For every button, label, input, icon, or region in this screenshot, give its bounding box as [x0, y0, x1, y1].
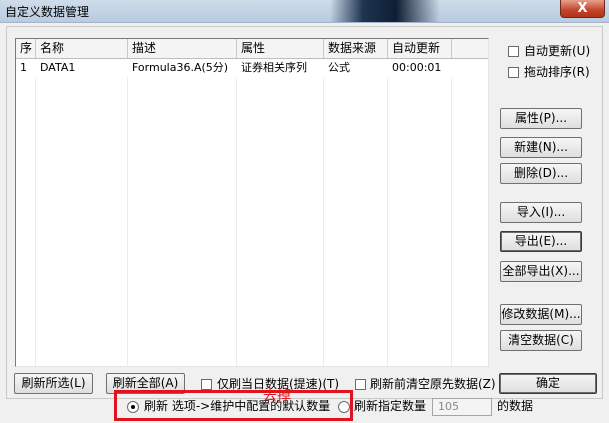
custom-count-label[interactable]: 刷新指定数量 [354, 399, 426, 413]
close-button[interactable]: X [560, 0, 605, 18]
grid-line [127, 77, 128, 366]
import-button[interactable]: 导入(I)... [500, 202, 582, 223]
column-header-index[interactable]: 序 [16, 39, 36, 58]
cell-name: DATA1 [40, 61, 76, 74]
annotation-text: 去掉 [263, 388, 291, 404]
cell-description: Formula36.A(5分) [132, 61, 229, 74]
export-button[interactable]: 导出(E)... [500, 231, 582, 252]
data-table[interactable]: 序 名称 描述 属性 数据来源 自动更新 1 DATA1 Formula36.A… [15, 38, 489, 367]
ok-button[interactable]: 确定 [499, 373, 597, 394]
new-button[interactable]: 新建(N)... [500, 137, 582, 158]
column-header-auto-update[interactable]: 自动更新 [388, 39, 452, 58]
window-title: 自定义数据管理 [5, 5, 90, 19]
column-header-attribute[interactable]: 属性 [237, 39, 324, 58]
cell-source: 公式 [328, 61, 350, 74]
today-only-checkbox[interactable] [201, 379, 212, 390]
title-bar-background-stripe [330, 0, 440, 22]
column-header-description[interactable]: 描述 [128, 39, 237, 58]
count-input[interactable]: 105 [432, 398, 492, 416]
cell-index: 1 [20, 61, 27, 74]
grid-line [387, 77, 388, 366]
column-header-source[interactable]: 数据来源 [324, 39, 388, 58]
clear-data-button[interactable]: 清空数据(C) [500, 330, 582, 351]
grid-line [35, 77, 36, 366]
grid-line [451, 77, 452, 366]
annotation-highlight-box [114, 390, 353, 421]
export-all-button[interactable]: 全部导出(X)... [500, 261, 582, 282]
grid-line [236, 77, 237, 366]
modify-data-button[interactable]: 修改数据(M)... [500, 304, 582, 325]
cell-attribute: 证券相关序列 [241, 61, 307, 74]
properties-button[interactable]: 属性(P)... [500, 108, 582, 129]
table-header: 序 名称 描述 属性 数据来源 自动更新 [16, 39, 488, 59]
delete-button[interactable]: 删除(D)... [500, 163, 582, 184]
clear-before-refresh-checkbox[interactable] [355, 379, 366, 390]
refresh-selected-button[interactable]: 刷新所选(L) [14, 373, 93, 394]
auto-update-label[interactable]: 自动更新(U) [524, 44, 590, 58]
auto-update-checkbox[interactable] [508, 46, 519, 57]
grid-line [323, 77, 324, 366]
table-row[interactable]: 1 DATA1 Formula36.A(5分) 证券相关序列 公式 00:00:… [16, 58, 488, 77]
drag-sort-label[interactable]: 拖动排序(R) [524, 65, 590, 79]
count-suffix-label: 的数据 [497, 399, 534, 413]
drag-sort-checkbox[interactable] [508, 67, 519, 78]
column-header-name[interactable]: 名称 [36, 39, 128, 58]
title-bar: 自定义数据管理 X [0, 0, 609, 23]
cell-auto-update: 00:00:01 [392, 61, 442, 74]
clear-before-refresh-label[interactable]: 刷新前清空原先数据(Z) [370, 377, 496, 391]
